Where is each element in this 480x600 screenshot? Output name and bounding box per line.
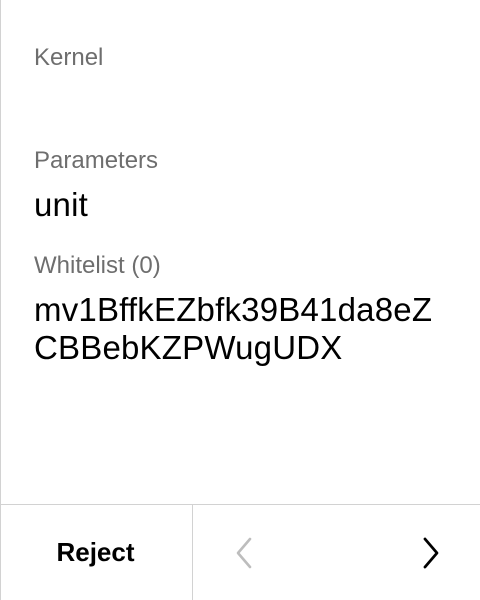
footer-actions: Reject — [1, 504, 480, 600]
parameters-value: unit — [34, 186, 89, 223]
review-screen: Kernel Parameters unit Whitelist (0) mv1… — [0, 0, 480, 600]
chevron-right-icon — [423, 537, 439, 568]
whitelist-label: Whitelist (0) — [34, 252, 161, 279]
chevron-left-icon — [236, 537, 252, 568]
previous-button[interactable] — [196, 505, 292, 600]
reject-label: Reject — [56, 537, 135, 567]
reject-button[interactable]: Reject — [1, 505, 193, 600]
next-button[interactable] — [383, 505, 479, 600]
whitelist-value: mv1BffkEZbfk39B41da8eZCBBebKZPWugUDX — [34, 291, 433, 366]
section-title: Kernel — [34, 44, 104, 71]
parameters-label: Parameters — [34, 147, 159, 174]
